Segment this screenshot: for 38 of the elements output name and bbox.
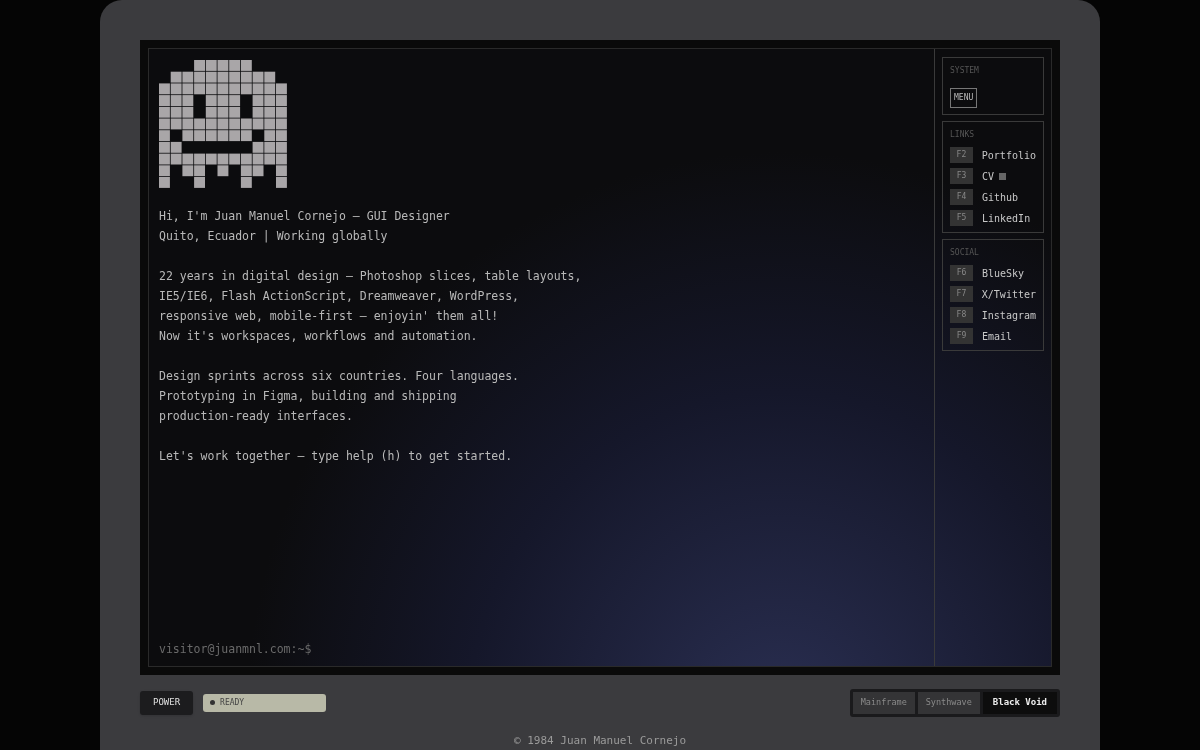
key-badge[interactable]: F3 (950, 168, 973, 184)
terminal-line: Quito, Ecuador | Working globally (159, 228, 389, 245)
sidebar-link[interactable]: Instagram (981, 307, 1036, 323)
key-badge[interactable]: F6 (950, 265, 973, 281)
sidebar-link[interactable]: CV (982, 168, 995, 184)
terminal-line: responsive web, mobile-first — enjoyin' them all! (159, 308, 500, 325)
key-badge[interactable]: F7 (950, 286, 973, 302)
panel-title: LINKS (950, 129, 976, 141)
panel-title: SYSTEM (950, 65, 980, 77)
command-prompt[interactable]: visitor@juanmnl.com:~$ (159, 640, 934, 658)
terminal-line: production-ready interfaces. (159, 408, 354, 425)
key-badge[interactable]: F5 (950, 210, 973, 226)
sidebar-link[interactable]: Github (982, 189, 1019, 205)
terminal-line: IE5/IE6, Flash ActionScript, Dreamweaver, WordPress, (159, 288, 521, 305)
status-text: READY (220, 696, 245, 709)
sidebar-link[interactable]: Email (982, 328, 1013, 344)
copyright-text: © 1984 Juan Manuel Cornejo (513, 732, 687, 749)
key-badge[interactable]: F4 (950, 189, 973, 205)
sidebar-link[interactable]: LinkedIn (982, 210, 1031, 226)
sidebar-link[interactable]: Portfolio (981, 147, 1036, 163)
terminal-line: Prototyping in Figma, building and shipping (159, 388, 458, 405)
terminal-line: Hi, I'm Juan Manuel Cornejo — GUI Designer (159, 208, 451, 225)
status-led-icon (210, 700, 216, 706)
key-badge[interactable]: F9 (950, 328, 973, 344)
panel-title: SOCIAL (950, 247, 980, 259)
terminal-line: 22 years in digital design — Photoshop slices, table layouts, (159, 268, 583, 285)
theme-tab[interactable]: Black Void (982, 692, 1057, 714)
sidebar-link[interactable]: X/Twitter (981, 286, 1036, 302)
terminal-line: Now it's workspaces, workflows and automation. (159, 328, 479, 345)
sidebar-link[interactable]: BlueSky (982, 265, 1025, 281)
theme-tab[interactable]: Mainframe (852, 692, 915, 714)
key-badge[interactable]: F8 (950, 307, 973, 323)
menu-button[interactable]: MENU (950, 88, 978, 108)
terminal-line: Design sprints across six countries. Four languages. (159, 368, 521, 385)
terminal-line: Let's work together — type help (h) to get started. (159, 448, 514, 465)
power-button[interactable]: POWER (140, 691, 194, 715)
theme-tab[interactable]: Synthwave (917, 692, 980, 714)
key-badge[interactable]: F2 (950, 147, 973, 163)
